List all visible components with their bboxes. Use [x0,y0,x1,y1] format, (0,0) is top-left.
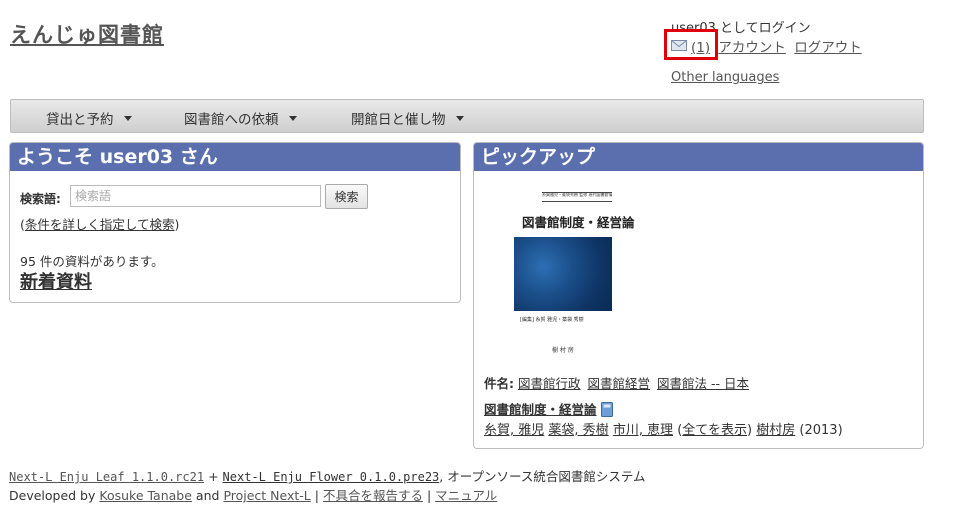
other-languages-link[interactable]: Other languages [671,70,779,85]
cover-series-text: 糸賀雅児・薬袋秀樹 監修 現代図書館情報学シリーズ…2 [542,192,612,202]
subject-link[interactable]: 図書館法 -- 日本 [657,376,749,391]
footer-credits-line: Developed by Kosuke Tanabe and Project N… [9,485,497,504]
menu-calendar-events[interactable]: 開館日と催し物 [351,108,464,128]
developer-link[interactable]: Kosuke Tanabe [99,488,192,503]
project-link[interactable]: Project Next-L [223,488,310,503]
search-button[interactable]: 検索 [325,184,368,209]
new-items-link[interactable]: 新着資料 [20,268,92,294]
paren-close: ) [747,423,753,438]
publisher-link[interactable]: 樹村房 [756,423,795,438]
show-all-authors-link[interactable]: 全てを表示 [682,423,747,438]
paren-close: ) [174,217,180,232]
plus-sign: + [208,469,219,484]
manual-link[interactable]: マニュアル [435,488,497,503]
account-link[interactable]: アカウント [718,40,786,56]
subject-link[interactable]: 図書館行政 [518,376,581,391]
cover-author-text: [編集] 糸賀 雅児・薬袋 秀樹 [520,317,584,323]
subjects-line: 件名: 図書館行政 図書館経営 図書館法 -- 日本 [484,373,752,392]
subjects-label: 件名: [484,376,514,391]
publication-year: (2013) [799,423,843,438]
search-input[interactable] [70,185,321,207]
enju-leaf-link[interactable]: Next-L Enju Leaf 1.1.0.rc21 [9,470,204,484]
welcome-panel: ようこそ user03 さん 検索語: 検索 (条件を詳しく指定して検索) 95… [9,142,461,303]
author-link[interactable]: 糸賀, 雅児 [484,423,544,438]
footer-tagline: , オープンソース統合図書館システム [439,469,646,484]
welcome-panel-title: ようこそ user03 さん [10,143,460,171]
caret-down-icon [455,116,464,121]
caret-down-icon [288,116,297,121]
menu-item-label: 図書館への依頼 [184,112,279,128]
book-cover-image[interactable]: 糸賀雅児・薬袋秀樹 監修 現代図書館情報学シリーズ…2 図書館制度・経営論 [編… [512,188,635,358]
menu-item-label: 貸出と予約 [46,112,114,128]
separator: | [426,488,432,503]
menu-library-requests[interactable]: 図書館への依頼 [184,108,297,128]
cover-publisher-text: 樹 村 房 [552,347,574,354]
pickup-panel: ピックアップ 糸賀雅児・薬袋秀樹 監修 現代図書館情報学シリーズ…2 図書館制度… [473,142,924,449]
menu-checkout-reserve[interactable]: 貸出と予約 [46,108,132,128]
subject-link[interactable]: 図書館経営 [587,376,650,391]
book-icon [600,402,613,417]
authors-line: 糸賀, 雅児 薬袋, 秀樹 市川, 恵理 (全てを表示) 樹村房 (2013) [484,419,843,438]
book-title-link[interactable]: 図書館制度・経営論 [484,402,597,417]
separator: | [314,488,319,503]
enju-flower-link[interactable]: Next-L Enju Flower 0.1.0.pre23 [223,470,440,484]
caret-down-icon [123,116,132,121]
cover-artwork [514,237,612,311]
and-text: and [195,488,220,503]
advanced-search-line: (条件を詳しく指定して検索) [20,214,179,233]
author-link[interactable]: 市川, 恵理 [613,423,673,438]
highlight-box [664,29,718,60]
search-label: 検索語: [20,192,61,206]
advanced-search-link[interactable]: 条件を詳しく指定して検索 [25,217,175,232]
logout-link[interactable]: ログアウト [794,40,862,56]
report-bug-link[interactable]: 不具合を報告する [323,488,423,503]
book-title-line: 図書館制度・経営論 [484,399,613,418]
author-link[interactable]: 薬袋, 秀樹 [548,423,608,438]
footer-version-line: Next-L Enju Leaf 1.1.0.rc21 + Next-L Enj… [9,466,645,485]
site-logo-link[interactable]: えんじゅ図書館 [10,19,164,49]
developed-by-text: Developed by [9,488,96,503]
main-menu-bar: 貸出と予約 図書館への依頼 開館日と催し物 [10,99,924,133]
cover-title-text: 図書館制度・経営論 [522,215,635,230]
menu-item-label: 開館日と催し物 [351,112,446,128]
pickup-panel-title: ピックアップ [474,143,923,171]
